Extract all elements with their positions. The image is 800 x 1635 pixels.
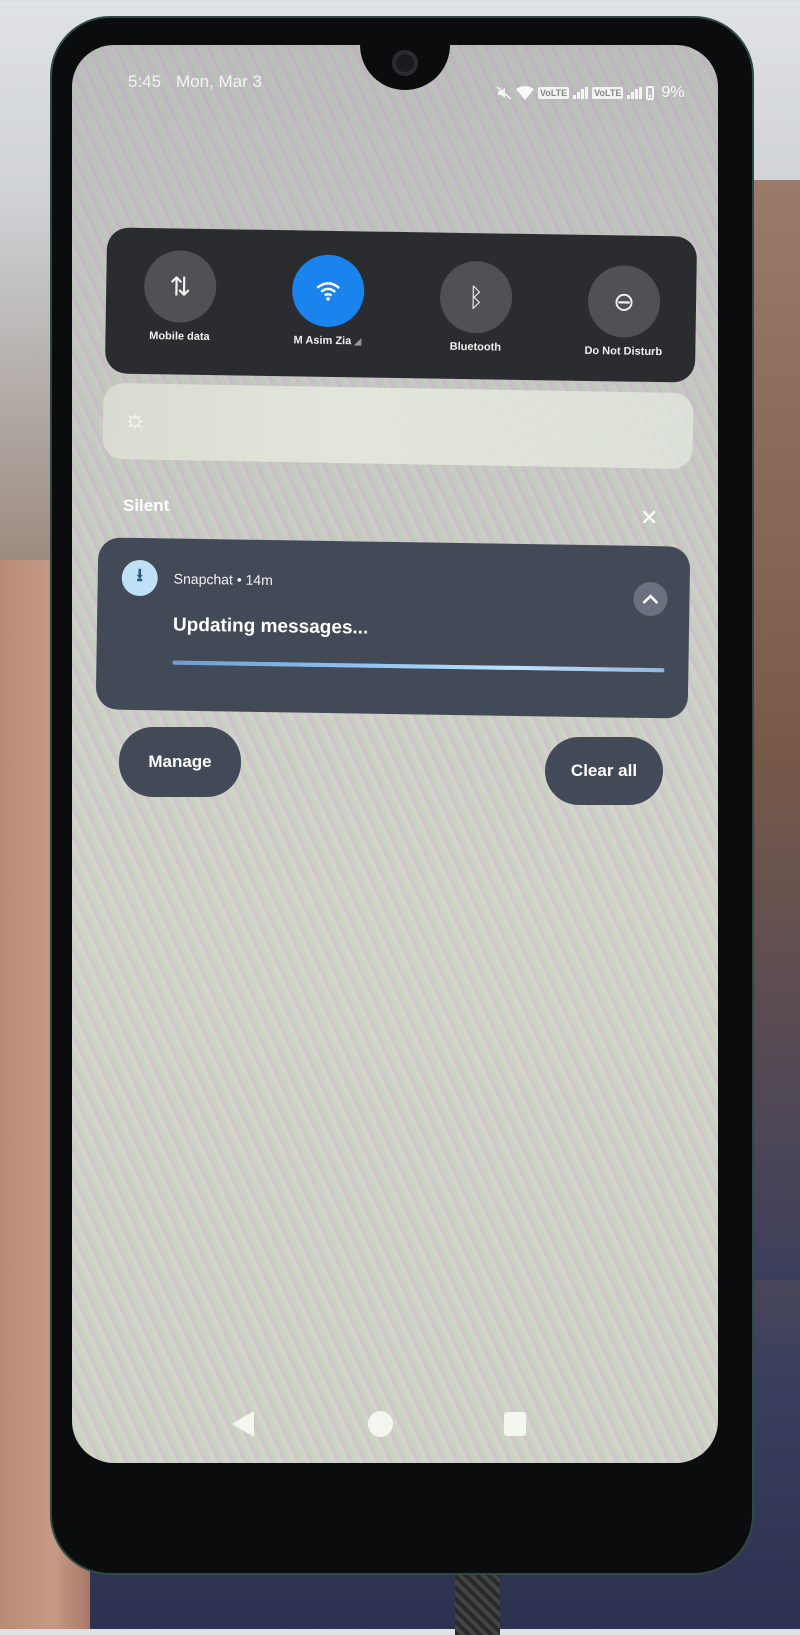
volte-icon: VoLTE (538, 87, 570, 99)
battery-icon (646, 86, 655, 100)
brightness-slider[interactable]: ☼ (102, 382, 694, 470)
recents-icon[interactable] (504, 1412, 526, 1436)
home-icon[interactable] (368, 1411, 393, 1437)
manage-button[interactable]: Manage (119, 727, 241, 797)
wifi-icon (516, 86, 534, 100)
tile-wifi[interactable]: M Asim Zia ◢ (267, 254, 388, 348)
mobile-data-icon: ⇅ (143, 249, 217, 324)
dnd-icon: ⊖ (587, 264, 661, 339)
charging-cable (455, 1575, 500, 1635)
quick-settings-panel: ⇅ Mobile data M Asim Zia ◢ ᛒ Bluetooth ⊖… (104, 227, 698, 383)
mute-icon (496, 86, 512, 100)
tile-label: Bluetooth (449, 340, 502, 354)
status-date: Mon, Mar 3 (176, 72, 262, 91)
battery-percent: 9% (661, 84, 685, 101)
wifi-icon (291, 254, 365, 328)
bluetooth-icon: ᛒ (439, 260, 513, 334)
section-label-silent: Silent (123, 496, 170, 515)
chevron-up-icon (642, 594, 659, 605)
clear-all-button[interactable]: Clear all (545, 737, 663, 805)
signal-icon (627, 87, 643, 99)
front-camera (392, 50, 418, 76)
volte-icon: VoLTE (592, 87, 624, 99)
status-icons: VoLTE VoLTE 9% (496, 84, 684, 102)
brightness-sun-icon: ☼ (122, 403, 148, 434)
tile-label: M Asim Zia ◢ (293, 334, 362, 348)
status-time: 5:45 (128, 72, 162, 91)
tile-label: Mobile data (149, 330, 210, 343)
notification-title: Updating messages... (172, 614, 369, 639)
signal-icon (573, 87, 589, 99)
tile-mobile-data[interactable]: ⇅ Mobile data (119, 249, 240, 344)
collapse-button[interactable] (633, 581, 668, 617)
progress-fill (172, 660, 665, 673)
tile-bluetooth[interactable]: ᛒ Bluetooth (415, 260, 536, 354)
tile-label: Do Not Disturb (584, 344, 663, 359)
notification-card[interactable]: ⭳ Snapchat • 14m Updating messages... (95, 537, 691, 719)
close-icon[interactable]: ✕ (640, 505, 658, 531)
download-icon: ⭳ (121, 559, 159, 597)
progress-bar (172, 660, 665, 673)
back-icon[interactable] (232, 1411, 254, 1437)
notification-meta: Snapchat • 14m (173, 570, 273, 589)
tile-do-not-disturb[interactable]: ⊖ Do Not Disturb (563, 264, 684, 359)
signal-strength-icon: ◢ (354, 336, 362, 347)
